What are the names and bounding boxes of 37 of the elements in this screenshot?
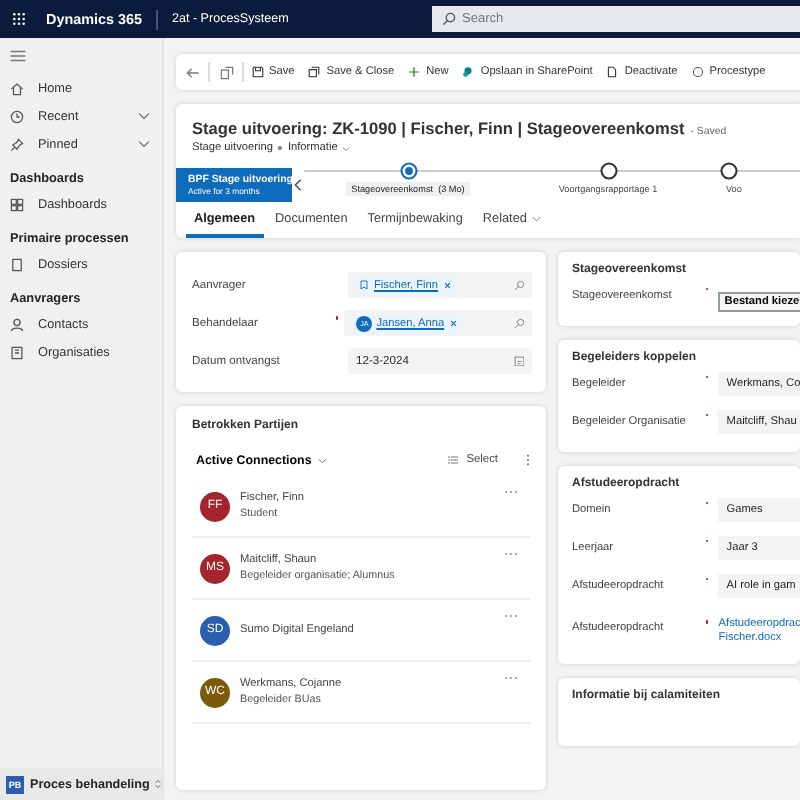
search-icon — [442, 12, 456, 26]
org-icon — [10, 345, 24, 359]
chevron-left-icon — [294, 178, 303, 192]
save-icon — [251, 66, 263, 78]
circle-icon — [691, 66, 704, 78]
up-down-icon — [153, 778, 162, 790]
pin-icon — [10, 137, 24, 151]
bookmark-icon — [360, 280, 368, 290]
popout-icon[interactable] — [220, 65, 234, 79]
record-title: Stage uitvoering: ZK-1090 | Fischer, Finn | Stageovereenkomst — [192, 118, 685, 138]
separator-dot-icon — [278, 146, 282, 150]
person-icon — [10, 317, 24, 331]
home-icon — [10, 81, 24, 95]
back-arrow-icon[interactable] — [186, 65, 200, 79]
chevron-down-icon — [317, 457, 327, 463]
list-icon — [448, 456, 459, 464]
search-icon[interactable] — [513, 279, 524, 291]
document-icon — [606, 66, 619, 78]
clock-icon — [10, 109, 24, 123]
chevron-down-icon[interactable] — [341, 145, 350, 151]
remove-icon[interactable] — [444, 281, 452, 289]
save-close-icon — [308, 66, 321, 78]
stage-circle-icon[interactable] — [599, 162, 617, 180]
stage-circle-icon[interactable] — [720, 162, 738, 180]
active-stage-icon[interactable] — [399, 162, 417, 180]
sharepoint-icon — [462, 66, 475, 78]
grid-icon — [10, 197, 24, 211]
chevron-down-icon[interactable] — [138, 112, 150, 120]
calendar-icon[interactable] — [513, 355, 524, 367]
menu-icon[interactable] — [10, 50, 26, 62]
chevron-down-icon — [532, 215, 542, 221]
search-icon[interactable] — [513, 317, 524, 329]
chevron-down-icon[interactable] — [138, 140, 150, 148]
doc-icon — [10, 257, 24, 271]
plus-icon — [408, 66, 421, 78]
app-launcher-icon[interactable] — [12, 12, 26, 26]
remove-icon[interactable] — [450, 319, 458, 327]
